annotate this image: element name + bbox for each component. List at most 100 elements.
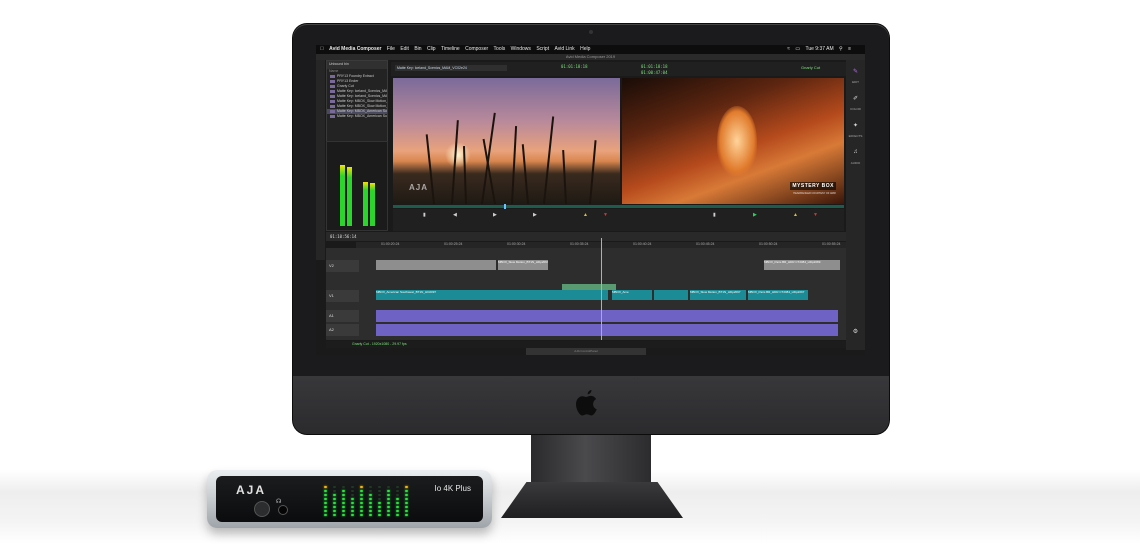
- aja-io-4k-plus-device: AJA ☊ Io 4K Plus: [207, 470, 492, 528]
- color-icon[interactable]: ✐: [850, 95, 861, 102]
- bin-item[interactable]: Matte Key: MBOX_American Southwe: [327, 114, 387, 119]
- led-indicator: [396, 498, 399, 500]
- headphone-icon: ☊: [276, 499, 282, 505]
- extract-icon[interactable]: ▼: [813, 212, 818, 218]
- led-indicator: [387, 494, 390, 496]
- led-indicator: [378, 506, 381, 508]
- led-indicator: [396, 514, 399, 516]
- audio-clip[interactable]: [376, 324, 838, 336]
- led-indicator: [369, 510, 372, 512]
- play-icon[interactable]: ▶: [493, 212, 497, 218]
- source-clip-menu[interactable]: Matte Key: Iceland_Scenics_MAM_VC02e24: [395, 65, 507, 71]
- timeline-clip[interactable]: MBOX_Slow Motion_BT1N_HDp2097: [690, 290, 746, 300]
- timeline-clip[interactable]: [654, 290, 688, 300]
- timeline-clip[interactable]: [562, 284, 616, 290]
- led-indicator: [396, 486, 399, 488]
- overwrite-icon[interactable]: ▼: [603, 212, 608, 218]
- menu-clip[interactable]: Clip: [427, 45, 436, 54]
- track-header-v2[interactable]: V2: [326, 260, 359, 272]
- led-indicator: [360, 514, 363, 516]
- timeline-toolbar: 01:10:56:14: [326, 232, 846, 241]
- timeline-clip[interactable]: MBOX_American Southwest_BT1N_HD2097: [376, 290, 608, 300]
- led-indicator: [387, 498, 390, 500]
- timeline-clip[interactable]: MBOX_Slow Motion_BT1N_HDp2097: [498, 260, 548, 270]
- timeline-playhead[interactable]: [601, 238, 602, 340]
- project-side-strip[interactable]: [316, 60, 325, 260]
- battery-icon[interactable]: ▭: [795, 45, 800, 54]
- source-timecode[interactable]: 01:01:18:18: [561, 64, 588, 69]
- headphone-jack: [278, 505, 288, 515]
- master-timecode[interactable]: 01:01:18:18: [641, 64, 668, 69]
- track-header-a2[interactable]: A2: [326, 324, 359, 336]
- menu-clock[interactable]: Tue 9:37 AM: [805, 45, 833, 54]
- menu-timeline[interactable]: Timeline: [441, 45, 460, 54]
- led-indicator: [360, 494, 363, 496]
- timeline-tracks: V2 V1 A1 A2 MBOX_Slow Motion_BT1N_HDp209…: [326, 248, 846, 340]
- timeline-clip[interactable]: MBOX_Paris BR_HDR CT2084_HDp2097: [748, 290, 808, 300]
- bin-title[interactable]: Unbound bin: [327, 61, 387, 69]
- led-indicator: [396, 502, 399, 504]
- timeline-clip[interactable]: MBOX_Paris BR_HDR CT2084_HDp2089: [764, 260, 840, 270]
- menu-help[interactable]: Help: [580, 45, 590, 54]
- apple-menu-icon[interactable]: : [320, 45, 324, 54]
- aja-logo: AJA: [236, 483, 267, 497]
- mark-out-icon[interactable]: ▮: [713, 212, 716, 218]
- dock-item[interactable]: AJA ControlPanel: [526, 348, 646, 355]
- mark-in-icon[interactable]: ▮: [423, 212, 426, 218]
- led-indicator: [405, 494, 408, 496]
- menu-file[interactable]: File: [387, 45, 395, 54]
- record-subtitle: HEADBANGER COURTESY OF ARRI: [793, 192, 836, 195]
- led-indicator: [342, 510, 345, 512]
- wifi-icon[interactable]: ≈: [787, 45, 790, 54]
- sequence-format[interactable]: Gnarly Cut - 1920x1080 - 29.97 fps: [352, 342, 407, 346]
- sun: [445, 142, 471, 168]
- timeline-clip[interactable]: [376, 260, 496, 270]
- menu-edit[interactable]: Edit: [400, 45, 409, 54]
- track-header-v1[interactable]: V1: [326, 290, 359, 302]
- menu-script[interactable]: Script: [536, 45, 549, 54]
- timeline-clip[interactable]: MBOX_Ame: [612, 290, 652, 300]
- record-timecode[interactable]: 01:00:47:04: [641, 70, 668, 75]
- menu-windows[interactable]: Windows: [511, 45, 531, 54]
- menu-avid-link[interactable]: Avid Link: [554, 45, 574, 54]
- search-icon[interactable]: ⚲: [839, 45, 843, 54]
- grass: [511, 126, 518, 204]
- audio-icon[interactable]: ♫: [850, 149, 861, 155]
- splice-icon[interactable]: ▲: [583, 212, 588, 218]
- audio-clip[interactable]: [376, 310, 838, 322]
- tool-label-audio: AUDIO: [850, 161, 861, 165]
- led-indicator: [324, 486, 327, 488]
- position-bar[interactable]: [393, 204, 844, 209]
- record-monitor[interactable]: MYSTERY BOX HEADBANGER COURTESY OF ARRI: [622, 78, 844, 204]
- menu-composer[interactable]: Composer: [465, 45, 488, 54]
- led-indicator: [387, 510, 390, 512]
- edit-icon[interactable]: ✎: [850, 68, 861, 75]
- audio-meter: [363, 182, 368, 226]
- led-indicator: [333, 506, 336, 508]
- menu-app-name[interactable]: Avid Media Composer: [329, 45, 381, 54]
- menu-list-icon[interactable]: ≡: [848, 45, 851, 54]
- step-forward-icon[interactable]: ▶: [533, 212, 537, 218]
- led-indicator: [333, 486, 336, 488]
- led-indicator: [378, 498, 381, 500]
- menu-bin[interactable]: Bin: [414, 45, 421, 54]
- led-indicator: [369, 494, 372, 496]
- sequence-name[interactable]: Gnarly Cut: [801, 65, 820, 70]
- record-title: MYSTERY BOX: [790, 182, 836, 190]
- led-indicator: [342, 498, 345, 500]
- timeline-position-timecode[interactable]: 01:10:56:14: [330, 234, 357, 239]
- lift-icon[interactable]: ▲: [793, 212, 798, 218]
- led-indicator: [333, 502, 336, 504]
- source-monitor[interactable]: AJA: [393, 78, 620, 204]
- imac-chin: [293, 376, 889, 434]
- canyon-light: [717, 106, 757, 176]
- led-indicator: [396, 494, 399, 496]
- led-indicator: [387, 506, 390, 508]
- record-play-icon[interactable]: ▶: [753, 212, 757, 218]
- effects-icon[interactable]: ✦: [850, 122, 861, 129]
- settings-icon[interactable]: ⚙: [850, 328, 861, 335]
- step-back-icon[interactable]: ◀: [453, 212, 457, 218]
- volume-knob[interactable]: [254, 501, 270, 517]
- menu-tools[interactable]: Tools: [494, 45, 506, 54]
- track-header-a1[interactable]: A1: [326, 310, 359, 322]
